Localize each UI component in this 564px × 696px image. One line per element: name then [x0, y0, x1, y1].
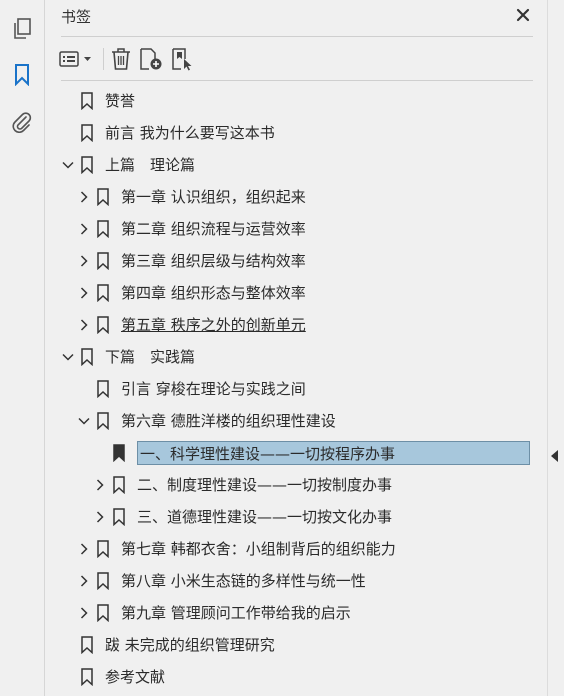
panel-title: 书签 — [61, 8, 92, 26]
bookmark-icon — [95, 184, 111, 210]
bookmark-icon — [111, 472, 127, 498]
bookmark-label: 第一章 认识组织，组织起来 — [121, 188, 306, 206]
add-bookmark-icon — [140, 48, 162, 70]
bookmark-icon — [111, 504, 127, 530]
bookmark-icon — [79, 120, 95, 146]
divider — [61, 80, 533, 81]
bookmark-label: 第九章 管理顾问工作带给我的启示 — [121, 604, 351, 622]
bookmark-item[interactable]: 参考文献 — [59, 664, 165, 690]
chevron-right-icon[interactable] — [75, 600, 93, 626]
bookmark-icon — [95, 600, 111, 626]
collapse-panel-button[interactable] — [551, 447, 559, 466]
bookmark-icon — [95, 536, 111, 562]
caret-left-icon — [551, 450, 558, 462]
chevron-right-icon[interactable] — [75, 184, 93, 210]
bookmark-icon — [79, 632, 95, 658]
chevron-right-icon[interactable] — [75, 568, 93, 594]
divider — [61, 36, 533, 37]
bookmark-label: 下篇 实践篇 — [105, 348, 196, 366]
chevron-right-icon[interactable] — [75, 280, 93, 306]
bookmark-item[interactable]: 第八章 小米生态链的多样性与统一性 — [75, 568, 366, 594]
bookmark-item[interactable]: 下篇 实践篇 — [59, 344, 195, 370]
chevron-down-icon[interactable] — [59, 344, 77, 370]
bookmark-label: 第七章 韩都衣舍：小组制背后的组织能力 — [121, 540, 396, 558]
close-icon — [516, 8, 530, 22]
bookmark-label: 第三章 组织层级与结构效率 — [121, 252, 306, 270]
chevron-right-icon[interactable] — [75, 536, 93, 562]
delete-icon — [112, 48, 130, 70]
bookmark-item[interactable]: 第三章 组织层级与结构效率 — [75, 248, 306, 274]
toolbar-separator — [103, 48, 104, 70]
bookmark-item[interactable]: 第九章 管理顾问工作带给我的启示 — [75, 600, 351, 626]
vertical-scrollbar[interactable] — [547, 0, 564, 696]
bookmark-icon — [79, 88, 95, 114]
bookmark-label: 跋 未完成的组织管理研究 — [105, 636, 275, 654]
bookmark-label: 二、制度理性建设——一切按制度办事 — [137, 476, 393, 494]
delete-bookmark-button[interactable] — [110, 45, 132, 73]
bookmark-item[interactable]: 第一章 认识组织，组织起来 — [75, 184, 306, 210]
chevron-down-icon[interactable] — [59, 152, 77, 178]
left-nav-rail — [0, 0, 45, 696]
bookmark-icon — [79, 664, 95, 690]
bookmark-item[interactable]: 一、科学理性建设——一切按程序办事 — [91, 440, 530, 466]
pages-icon[interactable] — [10, 17, 34, 41]
bookmark-item[interactable]: 前言 我为什么要写这本书 — [59, 120, 275, 146]
chevron-right-icon[interactable] — [91, 472, 109, 498]
bookmarks-panel: 书签 赞誉 前言 我为什么要写这本书 上篇 理论篇 第一章 认识组织，组织起来 … — [45, 0, 547, 696]
chevron-right-icon[interactable] — [75, 216, 93, 242]
bookmark-item[interactable]: 第六章 德胜洋楼的组织理性建设 — [75, 408, 336, 434]
bookmark-item[interactable]: 跋 未完成的组织管理研究 — [59, 632, 275, 658]
bookmark-item[interactable]: 引言 穿梭在理论与实践之间 — [75, 376, 306, 402]
bookmark-icon — [95, 568, 111, 594]
bookmark-label: 第五章 秩序之外的创新单元 — [121, 316, 306, 334]
bookmark-label: 参考文献 — [105, 668, 166, 686]
bookmark-icon — [95, 376, 111, 402]
bookmark-label: 第二章 组织流程与运营效率 — [121, 220, 306, 238]
bookmark-label: 第六章 德胜洋楼的组织理性建设 — [121, 412, 336, 430]
chevron-right-icon[interactable] — [91, 504, 109, 530]
bookmark-icon — [95, 280, 111, 306]
bookmark-label: 前言 我为什么要写这本书 — [105, 124, 275, 142]
chevron-right-icon[interactable] — [75, 248, 93, 274]
bookmark-item[interactable]: 第五章 秩序之外的创新单元 — [75, 312, 306, 338]
bookmark-label: 引言 穿梭在理论与实践之间 — [121, 380, 306, 398]
options-menu-button[interactable] — [59, 45, 95, 73]
bookmarks-toolbar — [59, 44, 202, 74]
bookmark-label: 赞誉 — [105, 92, 136, 110]
bookmark-label: 第四章 组织形态与整体效率 — [121, 284, 306, 302]
bookmark-item[interactable]: 上篇 理论篇 — [59, 152, 195, 178]
bookmark-icon — [79, 344, 95, 370]
bookmark-icon — [95, 248, 111, 274]
add-bookmark-button[interactable] — [138, 45, 164, 73]
bookmark-label: 一、科学理性建设——一切按程序办事 — [137, 441, 530, 465]
bookmark-label: 上篇 理论篇 — [105, 156, 196, 174]
bookmark-icon — [111, 440, 127, 466]
options-menu-icon — [59, 51, 91, 67]
bookmark-item[interactable]: 第二章 组织流程与运营效率 — [75, 216, 306, 242]
bookmark-icon — [95, 216, 111, 242]
new-bookmark-from-structure-button[interactable] — [170, 45, 196, 73]
bookmark-label: 三、道德理性建设——一切按文化办事 — [137, 508, 393, 526]
bookmark-label: 第八章 小米生态链的多样性与统一性 — [121, 572, 366, 590]
chevron-right-icon[interactable] — [75, 312, 93, 338]
bookmark-icon — [79, 152, 95, 178]
close-button[interactable] — [513, 5, 533, 25]
bookmark-item[interactable]: 二、制度理性建设——一切按制度办事 — [91, 472, 392, 498]
bookmark-item[interactable]: 第七章 韩都衣舍：小组制背后的组织能力 — [75, 536, 396, 562]
bookmark-item[interactable]: 赞誉 — [59, 88, 135, 114]
bookmark-icon[interactable] — [10, 63, 34, 87]
attachment-icon[interactable] — [10, 110, 34, 134]
chevron-down-icon[interactable] — [75, 408, 93, 434]
bookmark-icon — [95, 312, 111, 338]
new-bookmark-from-structure-icon — [172, 48, 192, 71]
bookmark-item[interactable]: 三、道德理性建设——一切按文化办事 — [91, 504, 392, 530]
bookmark-icon — [95, 408, 111, 434]
bookmark-item[interactable]: 第四章 组织形态与整体效率 — [75, 280, 306, 306]
